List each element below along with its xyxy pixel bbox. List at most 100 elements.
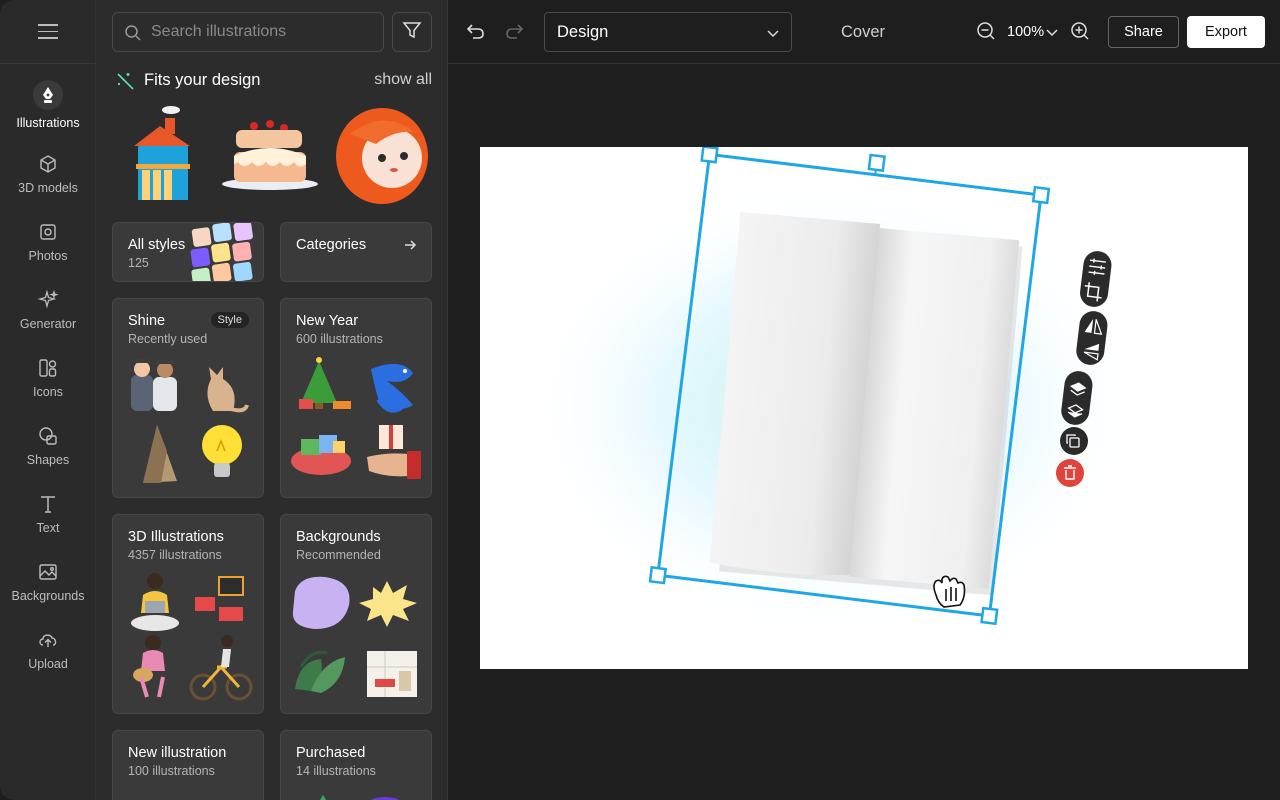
sidebar-item-3d-models[interactable]: 3D models	[0, 153, 96, 213]
card-title: Shine	[128, 313, 166, 329]
canvas-artwork	[550, 147, 1170, 637]
zoom-out-icon[interactable]	[976, 21, 996, 46]
menu-icon[interactable]	[38, 24, 58, 40]
design-canvas[interactable]	[480, 147, 1248, 669]
cat-illustration	[207, 367, 249, 413]
sidebar-item-label: Backgrounds	[11, 589, 85, 603]
sidebar-item-text[interactable]: Text	[0, 493, 96, 553]
new-year-previews	[291, 357, 421, 479]
girl-face-illustration[interactable]	[336, 108, 428, 204]
card-subtitle: Recently used	[128, 332, 208, 346]
pen-nib-icon	[33, 80, 63, 110]
card-title: Categories	[296, 237, 367, 253]
style-thumbnails	[190, 223, 253, 281]
page-name[interactable]: Cover	[841, 23, 885, 42]
sparkles-icon	[37, 289, 59, 311]
card-all-styles[interactable]: All styles 125	[112, 222, 264, 282]
card-title: All styles	[128, 237, 186, 253]
cube-icon	[37, 153, 59, 175]
card-new-year[interactable]: New Year 600 illustrations	[280, 298, 432, 498]
delete-button[interactable]	[1056, 459, 1084, 487]
3d-previews	[131, 573, 253, 701]
rail-divider	[0, 63, 96, 64]
house-illustration[interactable]	[134, 106, 190, 200]
cone-shape-illustration	[143, 425, 177, 483]
card-title: 3D Illustrations	[128, 529, 224, 545]
chevron-down-icon	[767, 27, 779, 45]
card-subtitle: 14 illustrations	[296, 764, 376, 778]
card-title: New illustration	[128, 745, 227, 761]
undo-icon[interactable]	[464, 20, 486, 47]
card-subtitle: 600 illustrations	[296, 332, 383, 346]
duplicate-button[interactable]	[1060, 427, 1088, 455]
text-icon	[37, 493, 59, 515]
page-select-value: Design	[557, 23, 609, 41]
sidebar-item-illustrations[interactable]: Illustrations	[0, 80, 96, 140]
dragon-illustration	[371, 363, 413, 413]
search-icon	[124, 24, 142, 47]
sidebar-item-photos[interactable]: Photos	[0, 221, 96, 281]
sidebar-item-label: Generator	[19, 317, 77, 331]
open-book-image[interactable]	[709, 211, 1023, 596]
resize-handle-bottom-right[interactable]	[980, 606, 999, 626]
card-shine[interactable]: Shine Recently used Style	[112, 298, 264, 498]
graduates-illustration	[131, 359, 177, 411]
card-subtitle: 100 illustrations	[128, 764, 215, 778]
zoom-in-icon[interactable]	[1070, 21, 1090, 46]
suggested-illustrations	[114, 104, 432, 204]
export-button[interactable]: Export	[1187, 16, 1265, 48]
illustrations-panel: Fits your design show all	[96, 0, 448, 800]
girl-laptop-illustration	[131, 573, 179, 631]
editor-app: Illustrations 3D models Photos Generator…	[0, 0, 1280, 800]
filter-icon	[402, 20, 422, 45]
room-illustration	[367, 651, 417, 697]
search-box	[112, 12, 384, 52]
backgrounds-previews	[292, 576, 417, 697]
zoom-chevron-down-icon[interactable]	[1046, 26, 1058, 44]
search-input[interactable]	[151, 13, 371, 51]
style-badge: Style	[210, 312, 249, 328]
image-icon	[37, 561, 59, 583]
icons-icon	[37, 357, 59, 379]
sidebar-item-backgrounds[interactable]: Backgrounds	[0, 561, 96, 621]
card-3d-illustrations[interactable]: 3D Illustrations 4357 illustrations	[112, 514, 264, 714]
sidebar-item-label: Shapes	[26, 453, 70, 467]
girl-guitar-illustration	[133, 635, 165, 698]
zoom-level[interactable]: 100%	[1007, 24, 1044, 40]
cake-illustration[interactable]	[222, 120, 318, 190]
blob-shape-illustration	[292, 576, 350, 629]
sidebar-item-label: Icons	[33, 385, 63, 399]
suggested-thumbnails	[134, 106, 428, 204]
card-subtitle: 125	[128, 256, 149, 270]
desk-setup-illustration	[195, 576, 244, 621]
filter-button[interactable]	[392, 12, 432, 52]
sidebar-item-upload[interactable]: Upload	[0, 629, 96, 689]
cloud-upload-icon	[37, 629, 59, 651]
show-all-link[interactable]: show all	[374, 71, 432, 89]
card-categories[interactable]: Categories	[280, 222, 432, 282]
top-toolbar: Design Cover 100% Share Export	[448, 0, 1280, 64]
sidebar-item-generator[interactable]: Generator	[0, 289, 96, 349]
card-purchased[interactable]: Purchased 14 illustrations	[280, 730, 432, 800]
fits-your-design-header: Fits your design show all	[114, 70, 432, 92]
card-backgrounds[interactable]: Backgrounds Recommended	[280, 514, 432, 714]
resize-handle-top-left[interactable]	[700, 147, 719, 164]
sidebar-item-icons[interactable]: Icons	[0, 357, 96, 417]
share-button[interactable]: Share	[1108, 16, 1179, 48]
sidebar-item-shapes[interactable]: Shapes	[0, 425, 96, 485]
plant-illustration	[295, 650, 345, 693]
purchased-previews	[320, 795, 400, 800]
sidebar-item-label: Upload	[28, 657, 68, 671]
resize-handle-top-right[interactable]	[1031, 185, 1051, 205]
sidebar-item-label: Illustrations	[16, 116, 80, 130]
arrow-right-icon	[403, 238, 417, 257]
rotate-handle[interactable]	[867, 153, 886, 173]
card-new-illustration[interactable]: New illustration 100 illustrations	[112, 730, 264, 800]
left-rail: Illustrations 3D models Photos Generator…	[0, 0, 96, 800]
sidebar-item-label: 3D models	[18, 181, 78, 195]
resize-handle-bottom-left[interactable]	[648, 566, 668, 585]
sidebar-item-label: Photos	[28, 249, 68, 263]
redo-icon[interactable]	[504, 20, 526, 47]
page-select[interactable]: Design	[544, 12, 792, 52]
cyclist-illustration	[189, 635, 253, 701]
